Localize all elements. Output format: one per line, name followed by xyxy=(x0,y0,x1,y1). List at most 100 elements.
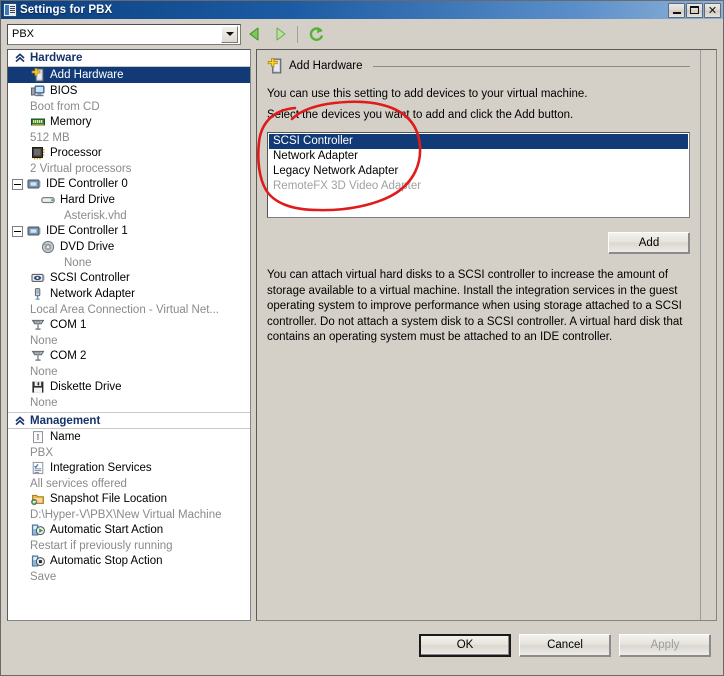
sidebar-item-label: Memory xyxy=(50,116,92,128)
memory-icon xyxy=(30,115,46,130)
svg-text:I: I xyxy=(37,433,40,442)
add-button-row: Add xyxy=(267,232,690,254)
sidebar-item-sublabel: Asterisk.vhd xyxy=(64,209,127,222)
sidebar-item-processor[interactable]: Processor xyxy=(8,145,250,161)
sidebar-item-label: Add Hardware xyxy=(50,69,124,81)
scsi-controller-icon xyxy=(30,271,46,286)
sidebar-item-add-hardware[interactable]: Add Hardware xyxy=(8,67,250,83)
sidebar-item-label: IDE Controller 0 xyxy=(46,178,128,190)
hard-drive-icon xyxy=(40,193,56,208)
collapse-chevron-up-icon[interactable] xyxy=(14,52,26,64)
sidebar-item-diskette-drive[interactable]: Diskette Drive xyxy=(8,379,250,395)
toolbar-separator xyxy=(297,25,298,43)
sidebar-item-sublabel: PBX xyxy=(30,446,54,459)
close-button[interactable]: ✕ xyxy=(704,2,721,18)
auto-stop-icon xyxy=(30,554,46,569)
intro-text-line-2: Select the devices you want to add and c… xyxy=(267,109,574,121)
sidebar-item-label: Network Adapter xyxy=(50,288,136,300)
maximize-icon xyxy=(690,6,699,14)
sidebar-item-bios[interactable]: BIOS xyxy=(8,83,250,99)
sidebar-item-ide-controller-0[interactable]: IDE Controller 0 xyxy=(8,176,250,192)
sidebar-item-label: Name xyxy=(50,431,81,443)
sidebar-item-dvd-drive[interactable]: DVD Drive xyxy=(8,239,250,255)
list-item: RemoteFX 3D Video Adapter xyxy=(273,180,422,192)
tree-expander xyxy=(16,525,27,536)
sidebar-item-sublabel: 2 Virtual processors xyxy=(30,162,132,175)
tree-expander xyxy=(16,86,27,97)
toolbar: PBX xyxy=(1,19,723,49)
sidebar-item-sublabel: None xyxy=(30,365,58,378)
network-adapter-icon xyxy=(30,287,46,302)
title-bar: Settings for PBX ✕ xyxy=(1,1,723,19)
maximize-button[interactable] xyxy=(686,2,703,18)
panel-gutter xyxy=(701,50,716,620)
window-title: Settings for PBX xyxy=(20,4,113,16)
sidebar-item-label: Processor xyxy=(50,147,102,159)
sidebar-item-sublabel: None xyxy=(30,396,58,409)
sidebar-item-sublabel: Boot from CD xyxy=(30,100,100,113)
processor-icon xyxy=(30,146,46,161)
sidebar-item-sublabel: None xyxy=(30,334,58,347)
page-title: Add Hardware xyxy=(289,60,363,72)
sidebar-item-scsi-controller[interactable]: SCSI Controller xyxy=(8,270,250,286)
sidebar-item-com-2[interactable]: COM 2 xyxy=(8,348,250,364)
collapse-chevron-up-icon[interactable] xyxy=(14,415,26,427)
sidebar-item-automatic-start-action[interactable]: Automatic Start Action xyxy=(8,522,250,538)
sidebar-item-label: Snapshot File Location xyxy=(50,493,167,505)
chevron-down-icon[interactable] xyxy=(221,25,238,43)
minimize-button[interactable] xyxy=(668,2,685,18)
sidebar-item-name[interactable]: I Name xyxy=(8,429,250,445)
forward-button[interactable] xyxy=(269,23,291,45)
section-header-hardware[interactable]: Hardware xyxy=(8,50,250,67)
ok-button[interactable]: OK xyxy=(419,633,511,657)
integration-services-icon xyxy=(30,461,46,476)
detail-content: Add Hardware You can use this setting to… xyxy=(257,50,700,620)
sidebar-item-automatic-stop-action[interactable]: Automatic Stop Action xyxy=(8,553,250,569)
add-button[interactable]: Add xyxy=(608,232,690,254)
sidebar-item-sublabel: Local Area Connection - Virtual Net... xyxy=(30,303,220,316)
dvd-drive-icon xyxy=(40,240,56,255)
ide-controller-icon xyxy=(26,224,42,239)
refresh-icon xyxy=(309,26,323,41)
list-item[interactable]: SCSI Controller xyxy=(269,134,688,149)
snapshot-folder-icon xyxy=(30,492,46,507)
device-listbox[interactable]: SCSI Controller Network Adapter Legacy N… xyxy=(267,132,690,218)
tree-expander-collapse-icon[interactable] xyxy=(12,178,23,190)
list-item[interactable]: Legacy Network Adapter xyxy=(269,164,688,179)
add-hardware-icon xyxy=(30,68,46,83)
sidebar-item-label: SCSI Controller xyxy=(50,272,130,284)
apply-button: Apply xyxy=(619,633,711,657)
sidebar-item-sublabel: All services offered xyxy=(30,477,127,490)
sidebar-item-hard-drive[interactable]: Hard Drive xyxy=(8,192,250,208)
back-button[interactable] xyxy=(244,23,266,45)
sidebar-item-label: Diskette Drive xyxy=(50,381,122,393)
name-icon: I xyxy=(30,430,46,445)
diskette-drive-icon xyxy=(30,380,46,395)
tree-expander xyxy=(16,289,27,300)
settings-sidebar: Hardware Add Hardware BIOS Boot from CD … xyxy=(7,49,251,625)
intro-text-line-1: You can use this setting to add devices … xyxy=(267,88,588,100)
tree-expander xyxy=(16,117,27,128)
com-port-icon xyxy=(30,318,46,333)
sidebar-item-com-1[interactable]: COM 1 xyxy=(8,317,250,333)
vm-selector-combobox[interactable]: PBX xyxy=(7,23,241,45)
tree-expander xyxy=(16,432,27,443)
sidebar-item-integration-services[interactable]: Integration Services xyxy=(8,460,250,476)
sidebar-item-label: COM 2 xyxy=(50,350,87,362)
sidebar-item-snapshot-file-location[interactable]: Snapshot File Location xyxy=(8,491,250,507)
add-hardware-icon xyxy=(267,58,283,74)
refresh-button[interactable] xyxy=(305,23,327,45)
sidebar-item-sublabel: None xyxy=(64,256,92,269)
sidebar-item-memory[interactable]: Memory xyxy=(8,114,250,130)
bios-icon xyxy=(30,84,46,99)
settings-tree[interactable]: Hardware Add Hardware BIOS Boot from CD … xyxy=(7,49,251,621)
cancel-button[interactable]: Cancel xyxy=(519,633,611,657)
list-item[interactable]: Network Adapter xyxy=(269,149,688,164)
section-header-management[interactable]: Management xyxy=(8,412,250,429)
tree-expander-collapse-icon[interactable] xyxy=(12,225,23,237)
sidebar-item-label: DVD Drive xyxy=(60,241,115,253)
forward-arrow-icon xyxy=(276,27,286,41)
tree-expander xyxy=(16,494,27,505)
sidebar-item-ide-controller-1[interactable]: IDE Controller 1 xyxy=(8,223,250,239)
sidebar-item-network-adapter[interactable]: Network Adapter xyxy=(8,286,250,302)
